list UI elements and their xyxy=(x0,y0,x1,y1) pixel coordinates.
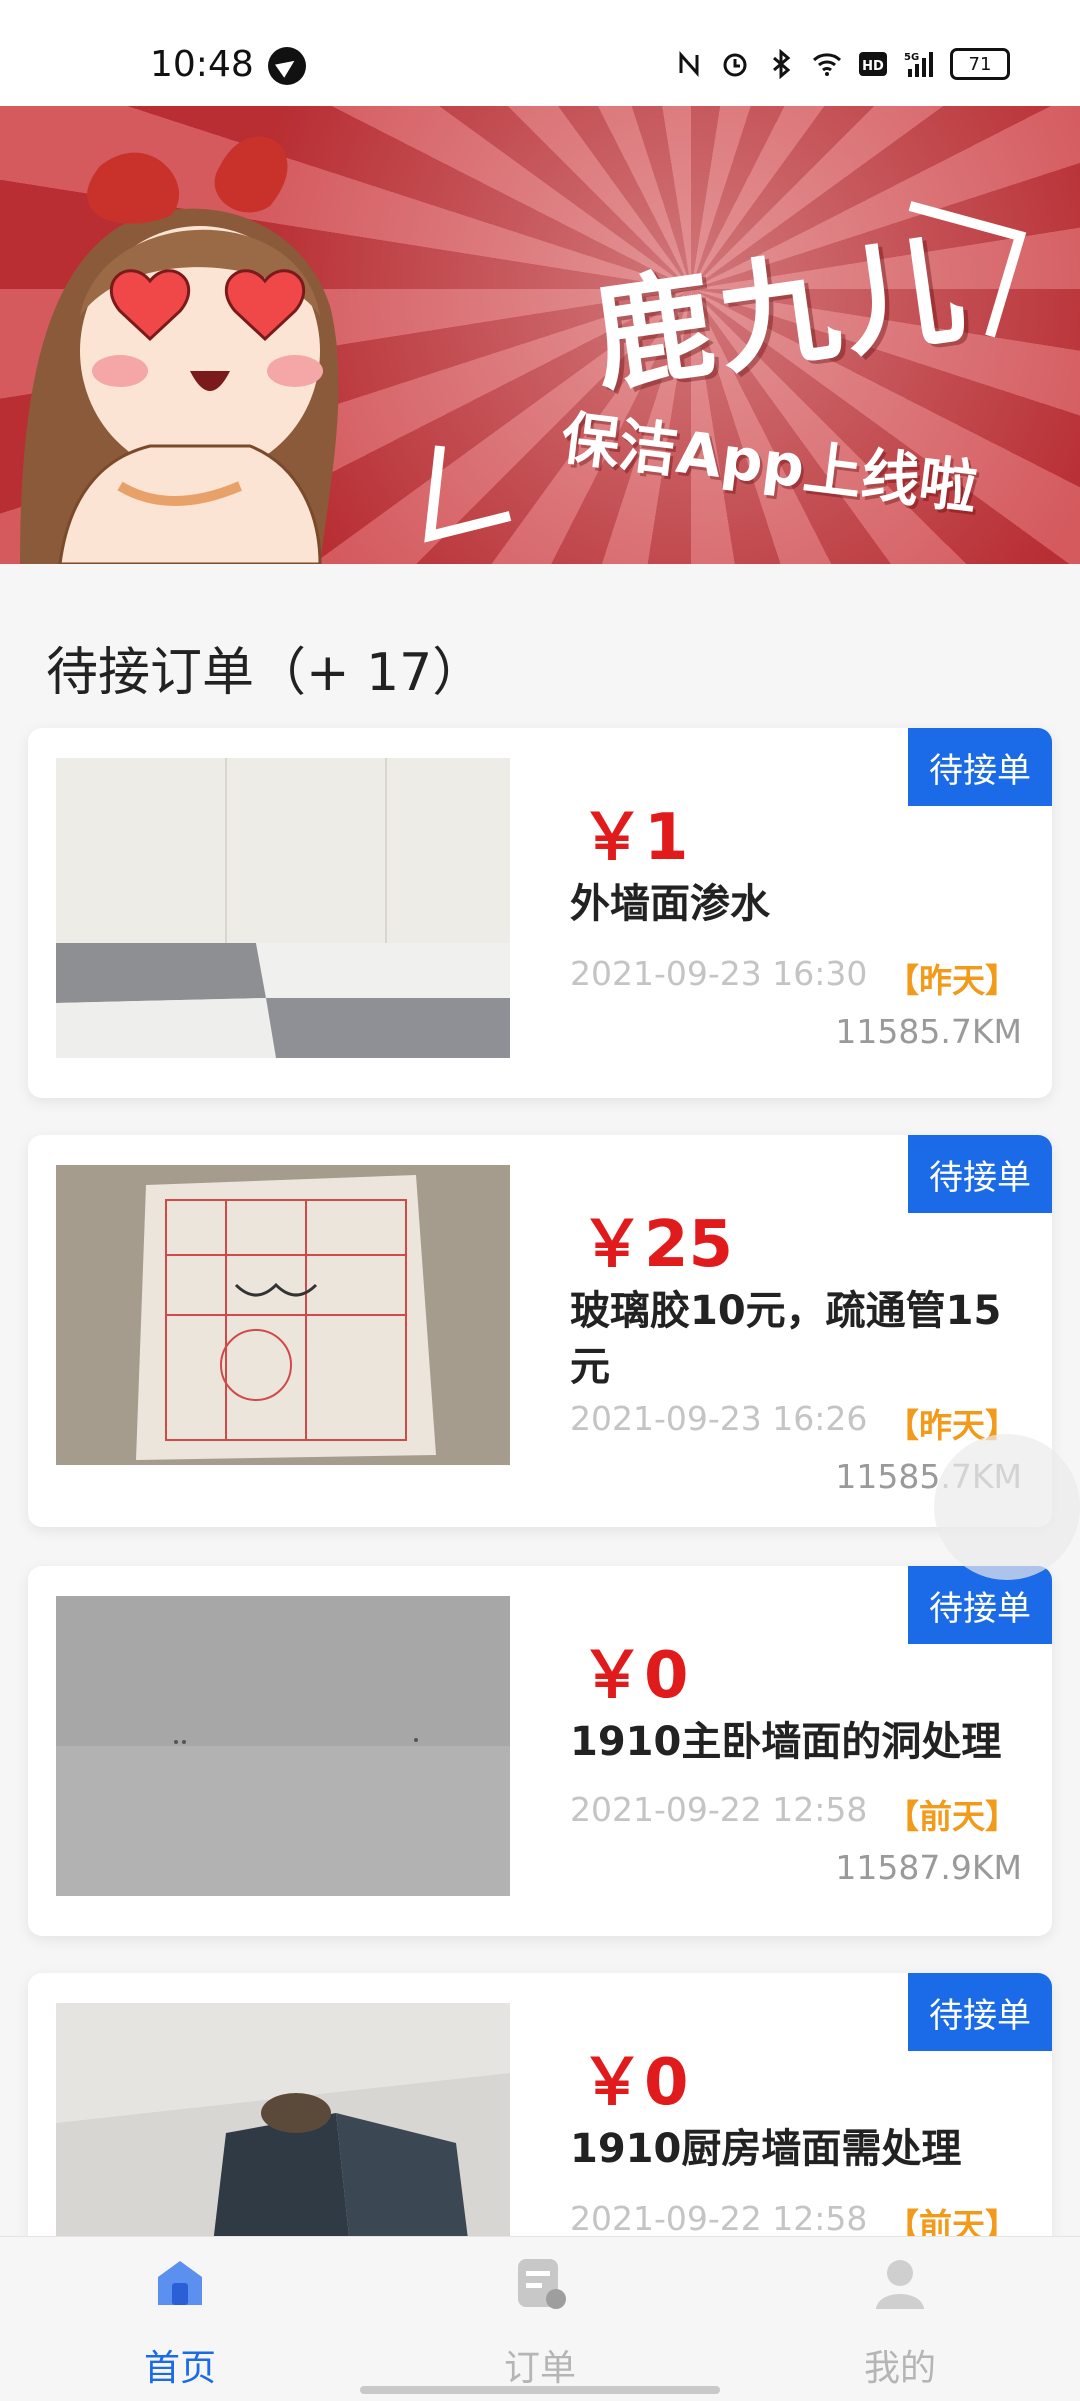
order-distance: 11587.9KM xyxy=(835,1848,1022,1887)
nfc-icon xyxy=(679,51,699,77)
nav-item-home[interactable]: 首页 xyxy=(80,2253,280,2391)
order-title: 玻璃胶10元，疏通管15元 xyxy=(570,1288,1002,1390)
order-title: 1910厨房墙面需处理 xyxy=(570,2126,962,2172)
status-icons: HD 5G 71 xyxy=(674,48,1010,80)
nav-item-profile[interactable]: 我的 xyxy=(800,2253,1000,2391)
order-photo xyxy=(56,1165,510,1465)
order-time: 2021-09-23 16:30 xyxy=(570,954,868,993)
nav-label-profile: 我的 xyxy=(863,2348,936,2389)
order-distance: 11585.7KM xyxy=(835,1012,1022,1051)
home-icon xyxy=(158,2261,202,2305)
order-price: ￥25 xyxy=(580,1208,734,1282)
order-time: 2021-09-22 12:58 xyxy=(570,1790,868,1829)
order-price: ￥1 xyxy=(580,801,689,875)
order-price: ￥0 xyxy=(580,2046,689,2120)
bluetooth-icon xyxy=(773,49,791,79)
send-notification-icon xyxy=(268,47,306,85)
alarm-icon xyxy=(723,53,747,77)
order-photo xyxy=(56,758,510,1058)
cartoon-girl-illustration xyxy=(20,136,339,564)
order-title: 外墙面渗水 xyxy=(570,881,770,927)
hd-icon: HD xyxy=(859,52,887,76)
signal-5g-icon: 5G xyxy=(904,52,933,77)
order-day-label: 【前天】 xyxy=(886,1797,1018,1836)
order-price: ￥0 xyxy=(580,1639,689,1713)
order-time: 2021-09-22 12:58 xyxy=(570,2199,868,2238)
status-tag: 待接单 xyxy=(908,1973,1052,2051)
profile-icon xyxy=(876,2260,924,2309)
status-tag: 待接单 xyxy=(908,728,1052,806)
gesture-home-bar[interactable] xyxy=(360,2386,720,2394)
order-photo xyxy=(56,1596,510,1896)
pending-orders-title: 待接订单（+ 17） xyxy=(46,643,485,703)
nav-item-orders[interactable]: 订单 xyxy=(440,2253,640,2391)
status-bar: 10:48 HD 5G 71 xyxy=(0,0,1080,108)
bottom-nav: 首页 订单 我的 xyxy=(0,2236,1080,2401)
order-card[interactable]: 待接单 ￥25 玻璃胶10元，疏通管15元 2021-09-23 16:26 【… xyxy=(28,1135,1052,1527)
svg-text:HD: HD xyxy=(862,59,884,74)
promo-banner[interactable]: 鹿九儿 保洁App上线啦 xyxy=(0,106,1080,564)
status-tag: 待接单 xyxy=(908,1135,1052,1213)
order-card[interactable]: 待接单 ￥1 外墙面渗水 2021-09-23 16:30 【昨天】 11585… xyxy=(28,728,1052,1098)
order-day-label: 【昨天】 xyxy=(886,961,1018,1000)
nav-label-home: 首页 xyxy=(143,2348,216,2389)
status-time: 10:48 xyxy=(150,44,254,85)
nav-label-orders: 订单 xyxy=(503,2348,576,2389)
order-title: 1910主卧墙面的洞处理 xyxy=(570,1719,1002,1765)
battery-icon: 71 xyxy=(950,48,1010,80)
order-time: 2021-09-23 16:26 xyxy=(570,1399,868,1438)
status-tag: 待接单 xyxy=(908,1566,1052,1644)
wifi-icon xyxy=(812,53,842,76)
order-icon xyxy=(518,2259,566,2309)
floating-assistive-button[interactable] xyxy=(934,1434,1080,1580)
svg-text:5G: 5G xyxy=(904,52,919,63)
order-card[interactable]: 待接单 ￥0 1910主卧墙面的洞处理 2021-09-22 12:58 【前天… xyxy=(28,1566,1052,1936)
